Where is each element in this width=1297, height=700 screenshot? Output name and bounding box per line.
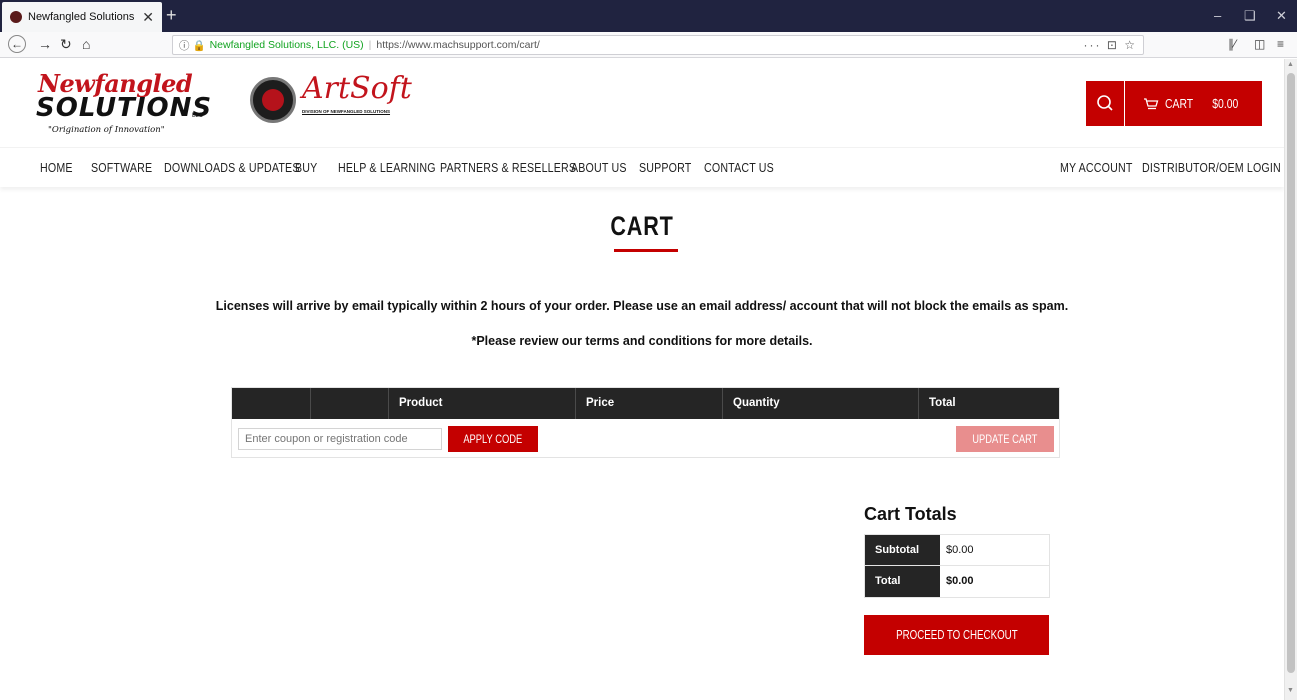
- subtotal-label: Subtotal: [865, 535, 940, 565]
- forward-icon[interactable]: →: [38, 36, 52, 52]
- nav-help-learning[interactable]: HELP & LEARNING: [338, 160, 436, 175]
- logo-text-llc: LLC: [192, 113, 204, 119]
- nav-home[interactable]: HOME: [40, 160, 73, 175]
- logo-tagline: "Origination of Innovation": [48, 125, 165, 135]
- cart-label: CART: [1165, 96, 1194, 111]
- favicon-icon: [10, 11, 22, 23]
- header-total: Total: [918, 388, 1059, 419]
- cart-totals-title: Cart Totals: [864, 504, 957, 524]
- window-close-icon[interactable]: ✕: [1276, 8, 1287, 24]
- page-actions-icon[interactable]: ··· ⊡ ☆: [1084, 38, 1137, 52]
- update-cart-button[interactable]: UPDATE CART: [956, 426, 1054, 452]
- artsoft-subtitle: DIVISION OF NEWFANGLED SOLUTIONS: [302, 109, 391, 114]
- totals-row-subtotal: Subtotal $0.00: [864, 534, 1050, 566]
- scroll-up-icon[interactable]: ▲: [1287, 61, 1294, 68]
- total-value: $0.00: [946, 575, 974, 587]
- home-icon[interactable]: ⌂: [82, 36, 90, 52]
- search-icon: [1097, 95, 1113, 111]
- info-icon[interactable]: ⓘ: [179, 38, 190, 53]
- nav-software[interactable]: SOFTWARE: [91, 160, 152, 175]
- nav-support[interactable]: SUPPORT: [639, 160, 691, 175]
- menu-icon[interactable]: ≡: [1277, 37, 1284, 51]
- header-quantity: Quantity: [722, 388, 918, 419]
- newfangled-logo[interactable]: Newfangled SOLUTIONS LLC "Origination of…: [32, 69, 211, 135]
- header-cart-button[interactable]: CART $0.00: [1125, 81, 1262, 126]
- web-page: Newfangled SOLUTIONS LLC "Origination of…: [0, 59, 1284, 700]
- artsoft-seal-icon: [250, 77, 296, 123]
- artsoft-wordmark: ArtSoft: [302, 71, 412, 106]
- site-identity: Newfangled Solutions, LLC. (US): [209, 39, 364, 51]
- url-separator: |: [368, 39, 372, 51]
- back-icon[interactable]: ←: [8, 35, 26, 53]
- url-bar[interactable]: ⓘ 🔒 Newfangled Solutions, LLC. (US) | ht…: [172, 35, 1144, 55]
- tab-close-icon[interactable]: ✕: [142, 9, 154, 26]
- proceed-to-checkout-button[interactable]: PROCEED TO CHECKOUT: [864, 615, 1049, 655]
- browser-toolbar: ← → ↻ ⌂ ⓘ 🔒 Newfangled Solutions, LLC. (…: [0, 32, 1297, 58]
- lock-icon[interactable]: 🔒: [193, 39, 206, 52]
- reload-icon[interactable]: ↻: [60, 36, 72, 52]
- browser-tab-bar: Newfangled Solutions Cart ✕ + – ❑ ✕: [0, 0, 1297, 32]
- page-title: CART: [610, 211, 674, 241]
- cart-totals-table: Subtotal $0.00 Total $0.00: [864, 534, 1050, 598]
- header-remove: [232, 388, 310, 419]
- header-thumbnail: [310, 388, 388, 419]
- header-price: Price: [575, 388, 722, 419]
- totals-row-total: Total $0.00: [864, 566, 1050, 598]
- subtotal-value: $0.00: [946, 544, 974, 556]
- scroll-thumb[interactable]: [1287, 73, 1295, 673]
- cart-table-header: Product Price Quantity Total: [232, 388, 1059, 419]
- sidebar-icon[interactable]: ◫: [1254, 37, 1265, 51]
- artsoft-logo[interactable]: ArtSoft DIVISION OF NEWFANGLED SOLUTIONS: [250, 71, 420, 127]
- scroll-down-icon[interactable]: ▼: [1287, 687, 1294, 694]
- library-icon[interactable]: ∥⁄: [1228, 37, 1236, 51]
- new-tab-icon[interactable]: +: [166, 6, 177, 24]
- logo-text-main: SOLUTIONS: [36, 93, 213, 123]
- restore-icon[interactable]: ❑: [1244, 8, 1256, 24]
- terms-notice: *Please review our terms and conditions …: [471, 334, 813, 348]
- total-label: Total: [865, 566, 940, 597]
- tab-title: Newfangled Solutions Cart: [28, 11, 138, 23]
- nav-partners-resellers[interactable]: PARTNERS & RESELLERS: [440, 160, 576, 175]
- cart-amount: $0.00: [1212, 96, 1239, 111]
- url-text: https://www.machsupport.com/cart/: [376, 39, 540, 51]
- browser-tab[interactable]: Newfangled Solutions Cart ✕: [2, 2, 162, 32]
- license-notice: Licenses will arrive by email typically …: [215, 299, 1069, 313]
- apply-code-button[interactable]: APPLY CODE: [448, 426, 538, 452]
- main-navigation: HOME SOFTWARE DOWNLOADS & UPDATES BUY HE…: [0, 147, 1284, 187]
- nav-buy[interactable]: BUY: [295, 160, 317, 175]
- title-underline: [614, 249, 678, 252]
- cart-icon: [1144, 97, 1159, 109]
- minimize-icon[interactable]: –: [1214, 8, 1221, 23]
- nav-about-us[interactable]: ABOUT US: [571, 160, 627, 175]
- coupon-input[interactable]: [238, 428, 442, 450]
- search-button[interactable]: [1086, 81, 1124, 126]
- nav-contact-us[interactable]: CONTACT US: [704, 160, 774, 175]
- nav-my-account[interactable]: MY ACCOUNT: [1060, 160, 1133, 175]
- header-product: Product: [388, 388, 575, 419]
- nav-downloads-updates[interactable]: DOWNLOADS & UPDATES: [164, 160, 300, 175]
- page-scrollbar[interactable]: ▲ ▼: [1284, 59, 1297, 700]
- cart-table: Product Price Quantity Total APPLY CODE …: [231, 387, 1060, 458]
- nav-distributor-login[interactable]: DISTRIBUTOR/OEM LOGIN: [1142, 160, 1281, 175]
